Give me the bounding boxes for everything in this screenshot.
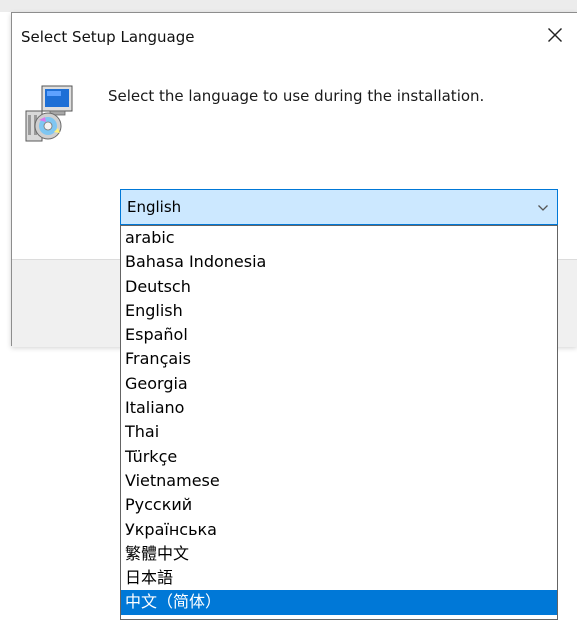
dialog-prompt: Select the language to use during the in…	[108, 87, 485, 105]
language-option[interactable]: Deutsch	[121, 275, 557, 299]
close-button[interactable]	[537, 18, 573, 52]
language-option[interactable]: Bahasa Indonesia	[121, 250, 557, 274]
language-option[interactable]: Русский	[121, 493, 557, 517]
language-option[interactable]: Georgia	[121, 372, 557, 396]
language-option[interactable]: 繁體中文	[121, 542, 557, 566]
language-options-list[interactable]: arabic Bahasa Indonesia Deutsch English Espa…	[120, 225, 558, 620]
background-strip	[0, 0, 577, 12]
language-option[interactable]: Українська	[121, 518, 557, 542]
language-option[interactable]: Español	[121, 323, 557, 347]
language-option[interactable]: 中文（简体）	[121, 590, 557, 615]
language-option[interactable]: 日本語	[121, 566, 557, 590]
language-option[interactable]: Italiano	[121, 396, 557, 420]
language-option[interactable]: Vietnamese	[121, 469, 557, 493]
dialog-title: Select Setup Language	[21, 28, 195, 46]
setup-installer-icon	[25, 85, 73, 142]
close-icon	[548, 28, 562, 42]
language-option[interactable]: Türkçe	[121, 445, 557, 469]
language-select[interactable]: English	[120, 189, 558, 225]
chevron-down-icon	[538, 205, 548, 211]
language-option[interactable]: Français	[121, 347, 557, 371]
screen: Select Setup Language Select the languag…	[0, 0, 577, 622]
language-option[interactable]: arabic	[121, 226, 557, 250]
language-option[interactable]: English	[121, 299, 557, 323]
selected-language-value: English	[127, 198, 182, 216]
language-option[interactable]: Thai	[121, 420, 557, 444]
